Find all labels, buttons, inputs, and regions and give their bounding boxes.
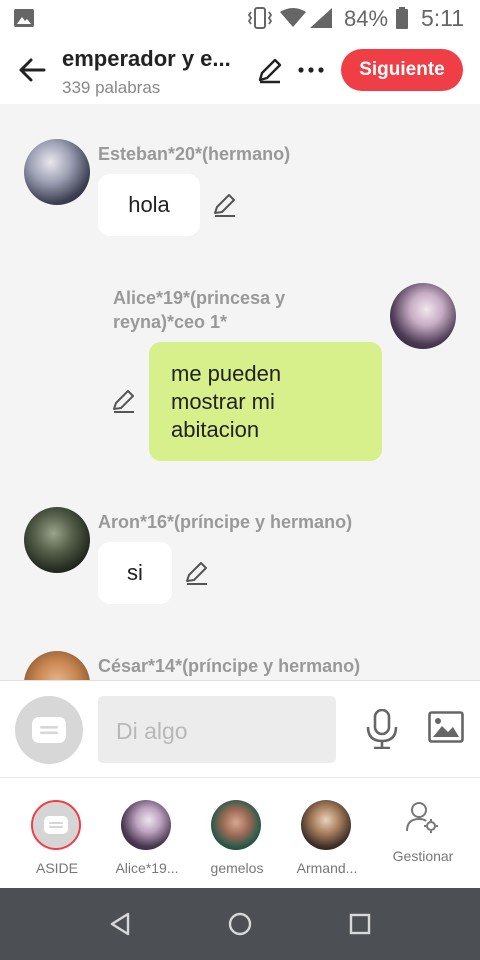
- tab-manage[interactable]: Gestionar: [375, 778, 471, 888]
- image-icon: [14, 9, 34, 27]
- aside-avatar: [31, 800, 81, 850]
- message-input[interactable]: Di algo: [98, 696, 336, 763]
- sender-name: Alice*19*(princesa y reyna)*ceo 1*: [113, 288, 286, 332]
- tab-label: gemelos: [210, 860, 264, 876]
- next-button[interactable]: Siguiente: [341, 49, 463, 91]
- avatar[interactable]: [24, 507, 90, 573]
- more-options-icon[interactable]: [296, 56, 326, 84]
- battery-icon: [396, 7, 408, 29]
- edit-pencil-icon[interactable]: [256, 56, 284, 84]
- system-navigation-bar: [0, 888, 480, 960]
- message-bubble[interactable]: si: [98, 542, 172, 604]
- message-bubble[interactable]: hola: [98, 174, 200, 236]
- home-circle-icon[interactable]: [228, 912, 252, 936]
- back-arrow-icon[interactable]: [14, 52, 50, 88]
- microphone-icon[interactable]: [364, 709, 400, 749]
- sender-name: Esteban*20*(hermano): [98, 144, 291, 164]
- avatar[interactable]: [390, 283, 456, 349]
- recents-square-icon[interactable]: [348, 912, 372, 936]
- back-triangle-icon[interactable]: [108, 912, 132, 936]
- tab-alice[interactable]: Alice*19...: [99, 778, 195, 888]
- tab-label: Alice*19...: [115, 860, 179, 876]
- avatar: [211, 800, 261, 850]
- vibrate-icon: [248, 7, 272, 29]
- avatar[interactable]: [24, 651, 90, 680]
- input-placeholder: Di algo: [116, 718, 188, 744]
- message-input-bar: Di algo: [0, 680, 480, 778]
- message-icon: [44, 816, 68, 834]
- manage-user-icon: [406, 802, 438, 833]
- story-title[interactable]: emperador y e...: [62, 46, 242, 72]
- tab-label: ASIDE: [35, 860, 78, 876]
- avatar: [301, 800, 351, 850]
- edit-pencil-icon[interactable]: [111, 388, 137, 414]
- edit-pencil-icon[interactable]: [212, 192, 238, 218]
- tab-label: Armand...: [296, 860, 358, 876]
- sender-name: Aron*16*(príncipe y hermano): [98, 512, 353, 532]
- avatar: [121, 800, 171, 850]
- tab-armand[interactable]: Armand...: [279, 778, 375, 888]
- character-tabs: ASIDE Alice*19... gemelos Armand... Gest…: [0, 778, 480, 888]
- sender-name: César*14*(príncipe y hermano): [98, 656, 361, 676]
- message-icon: [32, 717, 66, 743]
- edit-pencil-icon[interactable]: [184, 560, 210, 586]
- wifi-icon: [280, 8, 306, 27]
- avatar[interactable]: [24, 139, 90, 205]
- status-bar: 84% 5:11: [0, 0, 480, 36]
- chat-area[interactable]: Esteban*20*(hermano) hola Alice*19*(prin…: [0, 104, 480, 680]
- word-count: 339 palabras: [62, 78, 161, 97]
- image-upload-icon[interactable]: [428, 711, 464, 743]
- chat-header: emperador y e... 339 palabras Siguiente: [0, 36, 480, 104]
- clock: 5:11: [421, 5, 465, 31]
- tab-label: Gestionar: [392, 848, 454, 864]
- battery-percentage: 84%: [344, 6, 389, 31]
- signal-icon: [310, 8, 332, 28]
- tab-aside[interactable]: ASIDE: [9, 778, 105, 888]
- chat-menu-button[interactable]: [15, 696, 83, 764]
- tab-gemelos[interactable]: gemelos: [189, 778, 285, 888]
- message-bubble[interactable]: me pueden mostrar mi abitacion: [149, 342, 382, 461]
